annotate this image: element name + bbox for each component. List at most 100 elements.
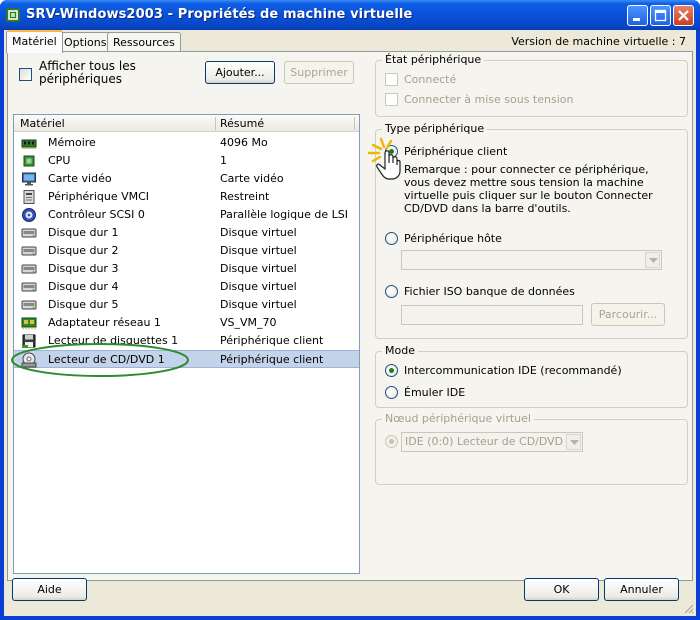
virtual-node-radio[interactable] [385,435,398,448]
row-name: Disque dur 2 [48,244,119,257]
minimize-icon [633,18,640,21]
highlight-ellipse [11,343,189,377]
row-name: Contrôleur SCSI 0 [48,208,145,221]
vm-version-label: Version de machine virtuelle : 7 [511,35,686,48]
minimize-button[interactable] [627,5,648,26]
tab-materiel[interactable]: Matériel [6,30,63,53]
row-summary: Disque virtuel [220,226,297,239]
cpu-icon [23,155,35,167]
combo-arrow[interactable] [566,434,581,450]
chevron-down-icon [649,258,658,263]
row-name: Périphérique VMCI [48,190,150,203]
mode-title: Mode [382,344,418,357]
iso-file-radio[interactable] [385,285,398,298]
row-name: Disque dur 3 [48,262,119,275]
list-item-vmci[interactable]: Périphérique VMCI Restreint [14,188,359,206]
host-device-label: Périphérique hôte [404,232,502,245]
dialog-window: SRV-Windows2003 - Propriétés de machine … [0,0,700,620]
list-item-memoire[interactable]: Mémoire 4096 Mo [14,134,359,152]
list-item-disque-4[interactable]: Disque dur 4 Disque virtuel [14,278,359,296]
list-item-disque-1[interactable]: Disque dur 1 Disque virtuel [14,224,359,242]
row-summary: Périphérique client [220,334,324,347]
list-item-cpu[interactable]: CPU 1 [14,152,359,170]
connect-on-power-label: Connecter à mise sous tension [404,93,574,106]
host-device-combo[interactable] [401,250,662,270]
device-type-title: Type périphérique [382,122,488,135]
list-item-disque-2[interactable]: Disque dur 2 Disque virtuel [14,242,359,260]
iso-file-label: Fichier ISO banque de données [404,285,575,298]
disk-icon [21,282,37,292]
virtual-node-value: IDE (0:0) Lecteur de CD/DVD 1 [405,435,574,448]
dialog-client-area: Matériel Options Ressources Version de m… [4,30,696,616]
add-button[interactable]: Ajouter... [205,61,275,84]
show-all-devices-label: Afficher tous les périphériques [39,59,136,86]
maximize-button[interactable] [650,5,671,26]
emulate-ide-radio[interactable] [385,386,398,399]
connected-checkbox[interactable] [385,73,398,86]
row-name: Adaptateur réseau 1 [48,316,161,329]
row-summary: 1 [220,154,227,167]
remove-button[interactable]: Supprimer [284,61,354,84]
resize-grip-icon[interactable] [682,602,694,614]
client-device-remark: Remarque : pour connecter ce périphériqu… [404,163,653,215]
row-name: Disque dur 5 [48,298,119,311]
title-bar[interactable]: SRV-Windows2003 - Propriétés de machine … [0,0,700,30]
emulate-ide-label: Émuler IDE [404,386,466,399]
row-summary: Restreint [220,190,270,203]
device-state-title: État périphérique [382,53,485,66]
virtual-node-title: Nœud périphérique virtuel [382,412,534,425]
close-button[interactable] [673,5,694,26]
connected-label: Connecté [404,73,457,86]
row-summary: Disque virtuel [220,244,297,257]
disk-icon [21,300,37,310]
ok-button[interactable]: OK [524,578,599,601]
list-item-carte-video[interactable]: Carte vidéo Carte vidéo [14,170,359,188]
row-summary: Périphérique client [220,353,324,366]
column-separator[interactable] [354,117,355,130]
vmci-icon [23,190,35,204]
browse-button[interactable]: Parcourir... [591,303,665,326]
tab-ressources[interactable]: Ressources [107,32,181,52]
network-icon [21,317,37,330]
tab-options[interactable]: Options [58,32,113,52]
column-header-resume[interactable]: Résumé [220,117,264,130]
disk-icon [21,246,37,256]
row-summary: Parallèle logique de LSI [220,208,348,221]
host-device-radio[interactable] [385,232,398,245]
virtual-node-combo[interactable]: IDE (0:0) Lecteur de CD/DVD 1 [401,432,583,452]
client-device-label: Périphérique client [404,145,508,158]
list-item-reseau[interactable]: Adaptateur réseau 1 VS_VM_70 [14,314,359,332]
list-item-disque-5[interactable]: Disque dur 5 Disque virtuel [14,296,359,314]
row-summary: Disque virtuel [220,262,297,275]
list-header: Matériel Résumé [14,115,359,132]
column-header-materiel[interactable]: Matériel [20,117,65,130]
column-separator[interactable] [215,117,216,130]
mode-group: Mode Intercommunication IDE (recommandé)… [375,344,688,408]
row-summary: Disque virtuel [220,280,297,293]
row-name: CPU [48,154,71,167]
help-button[interactable]: Aide [12,578,87,601]
list-item-disque-3[interactable]: Disque dur 3 Disque virtuel [14,260,359,278]
row-name: Disque dur 1 [48,226,119,239]
row-summary: Disque virtuel [220,298,297,311]
ide-passthrough-label: Intercommunication IDE (recommandé) [404,364,622,377]
show-all-devices-checkbox[interactable] [19,68,32,81]
combo-arrow[interactable] [645,252,660,268]
iso-path-input[interactable] [401,305,583,325]
window-title: SRV-Windows2003 - Propriétés de machine … [26,7,413,22]
hardware-tab-panel: Afficher tous les périphériques Ajouter.… [7,51,693,581]
disk-icon [21,228,37,238]
list-item-scsi[interactable]: Contrôleur SCSI 0 Parallèle logique de L… [14,206,359,224]
disk-icon [21,264,37,274]
row-summary: 4096 Mo [220,136,268,149]
cancel-button[interactable]: Annuler [604,578,679,601]
device-type-group: Type périphérique Périphérique client Re… [367,122,688,339]
row-name: Disque dur 4 [48,280,119,293]
monitor-icon [22,172,36,186]
connect-on-power-checkbox[interactable] [385,93,398,106]
close-icon [678,10,689,21]
chevron-down-icon [570,440,579,445]
ide-passthrough-radio[interactable] [385,364,398,377]
row-name: Mémoire [48,136,96,149]
device-state-group: État périphérique Connecté Connecter à m… [375,53,688,117]
